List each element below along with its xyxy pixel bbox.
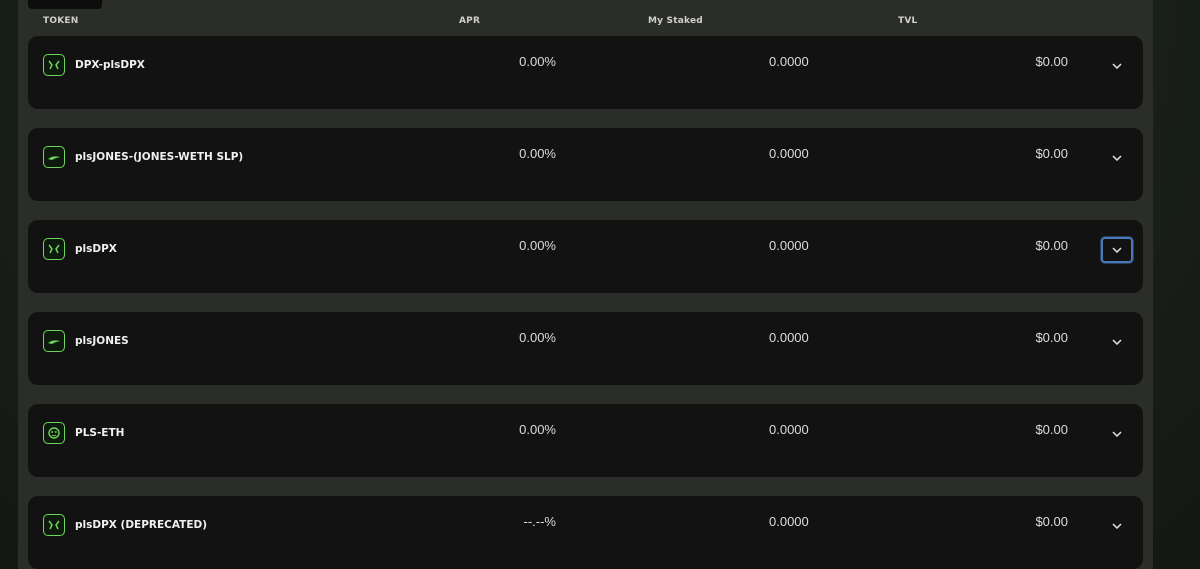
header-my-staked: My Staked [648,16,703,26]
jones-logo-icon [43,146,65,168]
expand-button[interactable] [1101,145,1133,171]
chevron-down-icon [1112,339,1122,345]
apr-value: --.--% [523,514,557,529]
expand-button[interactable] [1101,513,1133,539]
apr-value: 0.00% [519,238,556,253]
apr-value: 0.00% [519,54,556,69]
expand-button[interactable] [1101,421,1133,447]
apr-value: 0.00% [519,422,556,437]
apr-value: 0.00% [519,146,556,161]
table-header: TOKEN APR My Staked TVL [0,16,1200,30]
farm-row-pls-eth[interactable]: PLS-ETH 0.00% 0.0000 $0.00 [28,404,1143,477]
tvl-value: $0.00 [1035,514,1068,529]
token-name: PLS-ETH [75,427,125,439]
expand-button[interactable] [1101,329,1133,355]
my-staked-value: 0.0000 [769,514,809,529]
tvl-value: $0.00 [1035,146,1068,161]
tvl-value: $0.00 [1035,422,1068,437]
token-name: plsDPX (DEPRECATED) [75,519,208,531]
farm-row-plsdpx[interactable]: plsDPX 0.00% 0.0000 $0.00 [28,220,1143,293]
apr-value: 0.00% [519,330,556,345]
dpx-logo-icon [43,238,65,260]
header-apr: APR [459,16,481,26]
tvl-value: $0.00 [1035,54,1068,69]
my-staked-value: 0.0000 [769,54,809,69]
chevron-down-icon [1112,63,1122,69]
top-tab-fragment [28,0,102,9]
my-staked-value: 0.0000 [769,238,809,253]
token-name: plsJONES [75,335,129,347]
farm-row-dpx-plsdpx[interactable]: DPX-plsDPX 0.00% 0.0000 $0.00 [28,36,1143,109]
farm-row-plsjones-slp[interactable]: plsJONES-(JONES-WETH SLP) 0.00% 0.0000 $… [28,128,1143,201]
header-token: TOKEN [43,16,79,26]
my-staked-value: 0.0000 [769,146,809,161]
chevron-down-icon [1112,247,1122,253]
my-staked-value: 0.0000 [769,422,809,437]
tvl-value: $0.00 [1035,238,1068,253]
farm-row-plsdpx-deprecated[interactable]: plsDPX (DEPRECATED) --.--% 0.0000 $0.00 [28,496,1143,569]
chevron-down-icon [1112,523,1122,529]
tvl-value: $0.00 [1035,330,1068,345]
jones-logo-icon [43,330,65,352]
my-staked-value: 0.0000 [769,330,809,345]
token-name: plsJONES-(JONES-WETH SLP) [75,151,244,163]
dpx-logo-icon [43,514,65,536]
expand-button[interactable] [1101,237,1133,263]
header-tvl: TVL [898,16,918,26]
dpx-logo-icon [43,54,65,76]
expand-button[interactable] [1101,53,1133,79]
farm-row-plsjones[interactable]: plsJONES 0.00% 0.0000 $0.00 [28,312,1143,385]
token-name: DPX-plsDPX [75,59,145,71]
chevron-down-icon [1112,431,1122,437]
token-name: plsDPX [75,243,117,255]
chevron-down-icon [1112,155,1122,161]
pls-logo-icon [43,422,65,444]
